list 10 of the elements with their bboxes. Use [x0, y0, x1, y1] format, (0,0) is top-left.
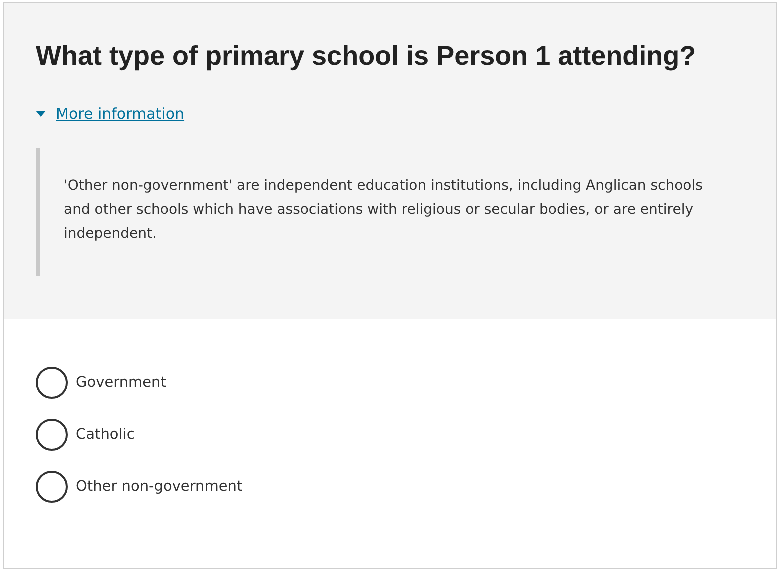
radio-button[interactable] [36, 367, 68, 399]
caret-icon [36, 110, 46, 118]
question-heading: What type of primary school is Person 1 attending? [36, 40, 698, 73]
radio-button[interactable] [36, 471, 68, 503]
information-text: 'Other non-government' are independent education institutions, including Anglican schools and other schools which have associations with religious or secular bodies, or are entirely independent. [64, 177, 704, 244]
option-label: Catholic [76, 427, 135, 443]
more-information-link[interactable]: More information [36, 105, 185, 123]
option-label: Government [76, 375, 166, 391]
radio-button[interactable] [36, 419, 68, 451]
option-label: Other non-government [76, 479, 243, 495]
